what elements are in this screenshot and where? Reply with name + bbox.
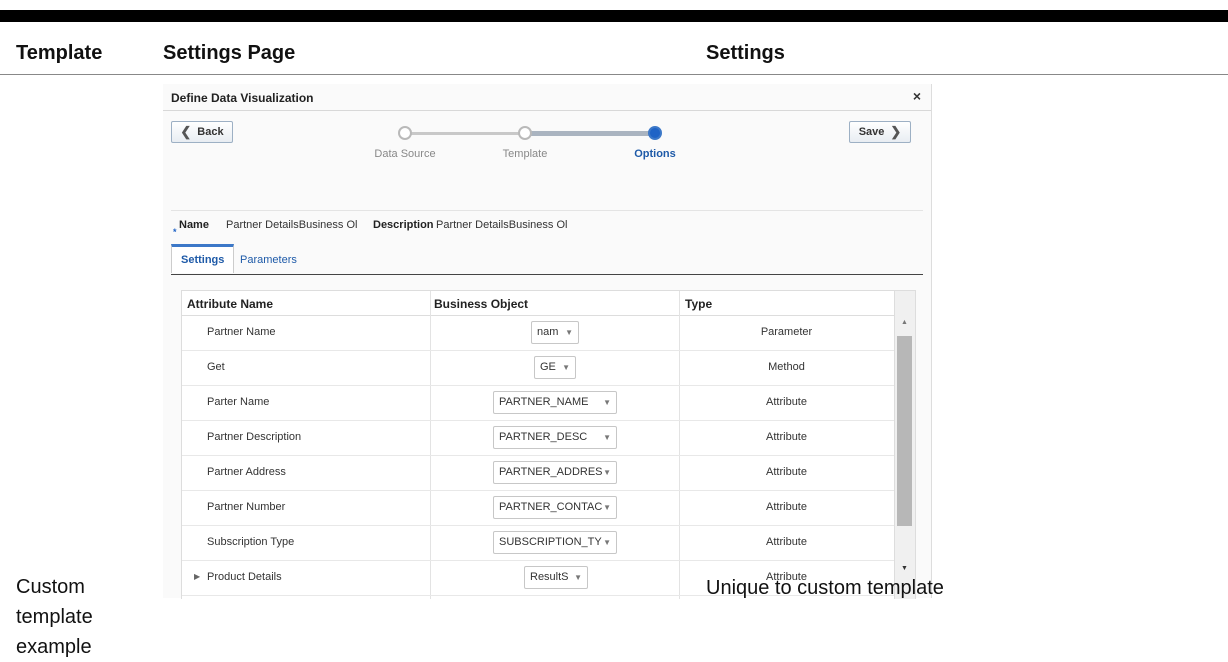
type-cell: Method — [768, 361, 805, 373]
train-stop-options[interactable] — [648, 126, 662, 140]
table-row[interactable]: Partner Number PARTNER_CONTAC ▼ Attribute — [182, 490, 894, 526]
left-note-line: example — [16, 636, 92, 658]
train-connector — [525, 131, 655, 136]
dropdown-arrow-icon: ▼ — [574, 573, 582, 582]
attribute-name-cell: Get — [207, 361, 225, 373]
attribute-name-cell: Partner Description — [207, 431, 302, 443]
train-stop-data-source[interactable] — [398, 126, 412, 140]
define-data-visualization-dialog: Define Data Visualization × ❮ Back Data … — [163, 84, 932, 599]
dropdown-arrow-icon: ▼ — [562, 363, 570, 372]
train-stop-template[interactable] — [518, 126, 532, 140]
close-icon[interactable]: × — [913, 88, 921, 104]
dropdown-arrow-icon: ▼ — [603, 503, 611, 512]
dropdown-arrow-icon: ▼ — [603, 538, 611, 547]
table-row[interactable]: Partner Address PARTNER_ADDRES ▼ Attribut… — [182, 455, 894, 491]
left-note-line: Custom — [16, 576, 85, 598]
tab-settings[interactable]: Settings — [171, 244, 235, 273]
train-connector — [405, 132, 525, 135]
business-object-select[interactable]: SUBSCRIPTION_TY ▼ — [493, 531, 617, 554]
chevron-right-icon: ❯ — [890, 124, 902, 139]
type-cell: Parameter — [760, 326, 813, 338]
business-object-select[interactable]: PARTNER_NAME ▼ — [493, 391, 617, 414]
scrollbar-thumb[interactable] — [897, 336, 912, 526]
back-button[interactable]: ❮ Back — [171, 121, 233, 143]
business-object-select[interactable]: GE ▼ — [534, 356, 576, 379]
table-row[interactable]: Partner Name nam ▼ Parameter — [182, 315, 894, 351]
type-cell: Attribute — [766, 431, 807, 443]
type-cell: Attribute — [766, 536, 807, 548]
select-value: SUBSCRIPTION_TY — [499, 536, 602, 548]
train-label-options[interactable]: Options — [634, 148, 676, 160]
attribute-name-cell: Product Details — [207, 571, 282, 583]
attributes-table: Attribute Name Business Object Type Part… — [181, 290, 916, 599]
top-bar — [0, 10, 1228, 22]
table-header: Attribute Name Business Object Type — [182, 291, 894, 316]
select-value: PARTNER_NAME — [499, 396, 589, 408]
right-note: Unique to custom template — [706, 577, 944, 599]
description-value[interactable]: Partner DetailsBusiness Ol — [436, 219, 567, 231]
tab-bar: Settings Parameters — [171, 244, 923, 275]
type-cell: Attribute — [766, 501, 807, 513]
header-settings: Settings — [706, 42, 785, 64]
name-label-text: Name — [179, 219, 209, 231]
left-note: Custom template example — [16, 572, 93, 662]
type-cell: Attribute — [766, 396, 807, 408]
step-train: Data Source Template Options — [374, 126, 688, 166]
attribute-name-cell: Subscription Type — [207, 536, 295, 548]
column-header-business-object[interactable]: Business Object — [434, 297, 528, 311]
name-description-row: * Name Partner DetailsBusiness Ol Descri… — [171, 210, 923, 241]
business-object-select[interactable]: PARTNER_CONTAC ▼ — [493, 496, 617, 519]
train-label-template[interactable]: Template — [503, 148, 548, 160]
scroll-down-icon[interactable]: ▼ — [901, 565, 908, 572]
dropdown-arrow-icon: ▼ — [603, 433, 611, 442]
column-header-attribute-name[interactable]: Attribute Name — [187, 297, 273, 311]
vertical-scrollbar[interactable]: ▲ ▼ — [894, 291, 915, 599]
dialog-title: Define Data Visualization — [171, 91, 314, 105]
name-value[interactable]: Partner DetailsBusiness Ol — [226, 219, 357, 231]
table-row[interactable]: Subscription Type SUBSCRIPTION_TY ▼ Attri… — [182, 525, 894, 561]
business-object-select[interactable]: ResultS ▼ — [524, 566, 588, 589]
attribute-name-cell: Parter Name — [207, 396, 270, 408]
select-value: nam — [537, 326, 559, 338]
column-header-type[interactable]: Type — [685, 297, 712, 311]
required-icon: * — [173, 227, 177, 237]
business-object-select[interactable]: PARTNER_DESC ▼ — [493, 426, 617, 449]
attribute-name-cell: Partner Name — [207, 326, 276, 338]
attribute-name-cell: Partner Address — [207, 466, 286, 478]
table-row[interactable]: Get GE ▼ Method — [182, 350, 894, 386]
attribute-name-cell: Partner Number — [207, 501, 286, 513]
scroll-up-icon[interactable]: ▲ — [901, 319, 908, 326]
dropdown-arrow-icon: ▼ — [603, 398, 611, 407]
type-cell: Attribute — [766, 466, 807, 478]
table-row[interactable]: Partner Description PARTNER_DESC ▼ Attrib… — [182, 420, 894, 456]
header-template: Template — [16, 42, 103, 64]
chevron-left-icon: ❮ — [180, 124, 192, 139]
select-value: PARTNER_ADDRES — [499, 466, 603, 478]
save-button[interactable]: Save ❯ — [849, 121, 911, 143]
left-note-line: template — [16, 606, 93, 628]
description-label: Description — [373, 219, 434, 231]
dropdown-arrow-icon: ▼ — [565, 328, 573, 337]
business-object-select[interactable]: PARTNER_ADDRES ▼ — [493, 461, 617, 484]
select-value: PARTNER_CONTAC — [499, 501, 603, 513]
header-divider — [0, 74, 1228, 75]
save-button-label: Save — [858, 126, 885, 138]
select-value: GE — [540, 361, 556, 373]
train-label-data-source[interactable]: Data Source — [374, 148, 435, 160]
back-button-label: Back — [197, 126, 224, 138]
select-value: PARTNER_DESC — [499, 431, 588, 443]
dropdown-arrow-icon: ▼ — [603, 468, 611, 477]
dialog-title-divider — [163, 110, 931, 111]
tab-parameters[interactable]: Parameters — [240, 254, 297, 266]
business-object-select[interactable]: nam ▼ — [531, 321, 579, 344]
expand-triangle-icon[interactable]: ▶ — [194, 572, 200, 581]
table-row[interactable]: Parter Name PARTNER_NAME ▼ Attribute — [182, 385, 894, 421]
name-label: * Name — [173, 219, 209, 237]
select-value: ResultS — [530, 571, 569, 583]
header-settings-page: Settings Page — [163, 42, 296, 64]
